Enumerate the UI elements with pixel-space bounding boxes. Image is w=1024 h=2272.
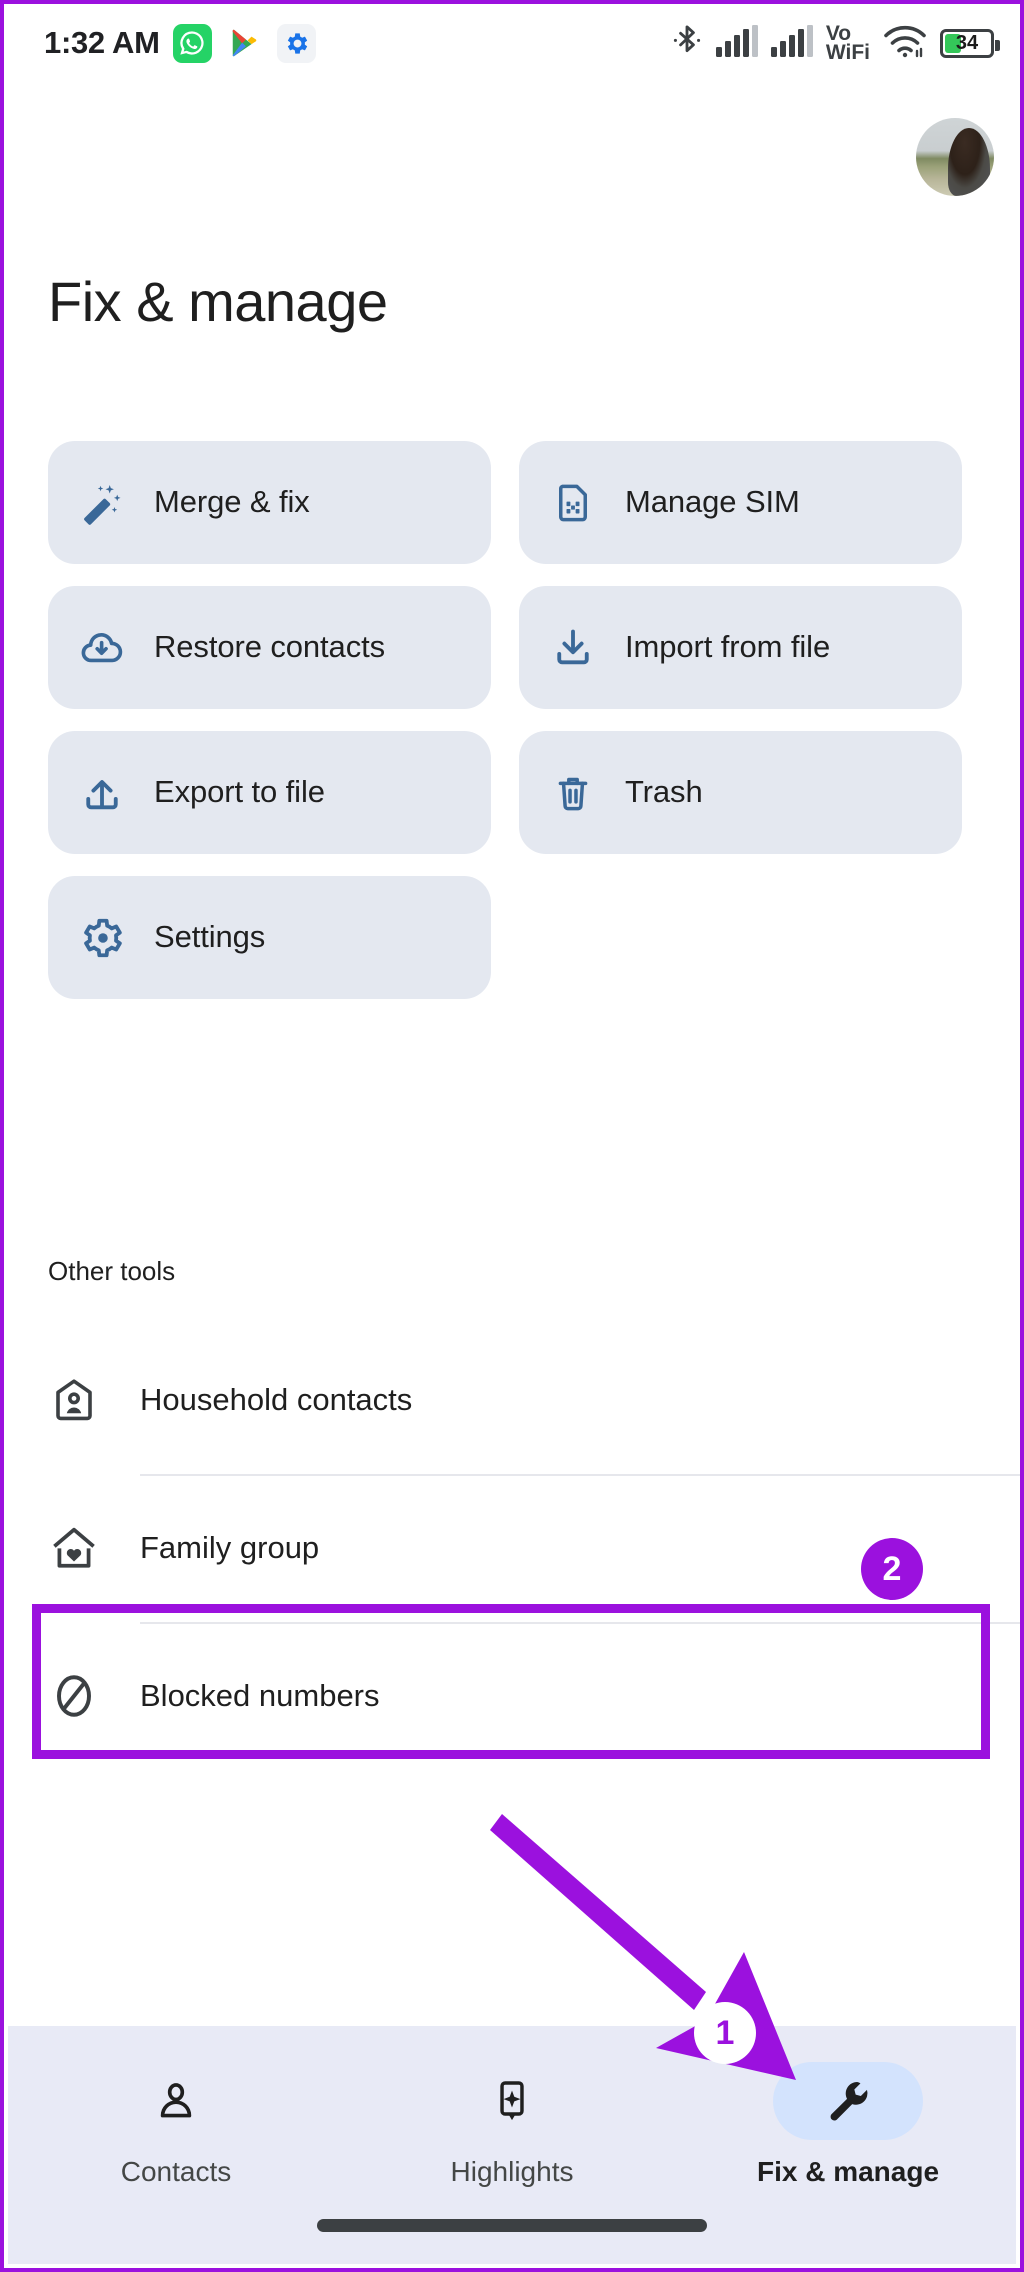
tile-label: Merge & fix — [154, 484, 310, 520]
tile-label: Trash — [625, 774, 703, 810]
sim-card-icon — [549, 479, 597, 527]
nav-tab-highlights[interactable]: Highlights — [344, 2062, 680, 2264]
block-icon — [48, 1670, 100, 1722]
upload-icon — [78, 769, 126, 817]
status-time: 1:32 AM — [44, 25, 160, 60]
phone-screen: 1:32 AM Vo WiFi 34 Fix & manage Merge & … — [0, 0, 1024, 2272]
list-item-household-contacts[interactable]: Household contacts — [4, 1326, 1020, 1474]
list-item-label: Household contacts — [140, 1382, 413, 1417]
nav-tab-fix-and-manage[interactable]: Fix & manage — [680, 2062, 1016, 2264]
vowifi-indicator: Vo WiFi — [825, 23, 870, 64]
status-bar-right: Vo WiFi 34 — [671, 23, 1000, 64]
tile-label: Restore contacts — [154, 629, 386, 665]
page-title: Fix & manage — [48, 270, 388, 333]
tile-label: Export to file — [154, 774, 325, 810]
list-item-blocked-numbers[interactable]: Blocked numbers — [4, 1622, 1020, 1770]
signal-sim2-icon — [770, 24, 813, 62]
wrench-icon — [773, 2062, 923, 2140]
tile-merge-and-fix[interactable]: Merge & fix — [48, 441, 491, 564]
fix-and-manage-tile-grid: Merge & fix Manage SIM Restore contacts … — [48, 441, 984, 999]
tile-label: Settings — [154, 919, 266, 955]
vowifi-line2: WiFi — [825, 41, 870, 64]
bluetooth-icon — [671, 23, 703, 64]
list-item-label: Blocked numbers — [140, 1678, 380, 1713]
whatsapp-icon — [172, 23, 212, 63]
tile-restore-contacts[interactable]: Restore contacts — [48, 586, 491, 709]
tile-settings[interactable]: Settings — [48, 876, 491, 999]
tile-import-from-file[interactable]: Import from file — [519, 586, 962, 709]
profile-avatar[interactable] — [916, 118, 994, 196]
battery-icon: 34 — [940, 28, 1000, 58]
system-gesture-bar[interactable] — [317, 2219, 707, 2232]
nav-tab-label: Contacts — [120, 2156, 232, 2187]
annotation-badge-2: 2 — [861, 1538, 923, 1600]
signal-sim1-icon — [715, 24, 758, 62]
download-icon — [549, 624, 597, 672]
tile-label: Manage SIM — [625, 484, 800, 520]
gear-icon — [78, 914, 126, 962]
tile-label: Import from file — [625, 629, 831, 665]
google-play-services-icon — [224, 23, 264, 63]
annotation-badge-1: 1 — [694, 2002, 756, 2064]
trash-icon — [549, 769, 597, 817]
other-tools-section-label: Other tools — [48, 1256, 176, 1286]
sparkle-phone-icon — [437, 2062, 587, 2140]
tile-export-to-file[interactable]: Export to file — [48, 731, 491, 854]
battery-percent-label: 34 — [955, 32, 979, 54]
house-person-icon — [48, 1374, 100, 1426]
nav-tab-label: Highlights — [450, 2156, 574, 2187]
house-heart-icon — [48, 1522, 100, 1574]
list-item-label: Family group — [140, 1530, 320, 1565]
settings-gear-icon — [276, 23, 316, 63]
cloud-download-icon — [78, 624, 126, 672]
status-bar-left: 1:32 AM — [44, 23, 316, 63]
nav-tab-contacts[interactable]: Contacts — [8, 2062, 344, 2264]
wifi-icon — [883, 24, 927, 63]
person-icon — [101, 2062, 251, 2140]
status-bar: 1:32 AM Vo WiFi 34 — [4, 4, 1020, 82]
tile-trash[interactable]: Trash — [519, 731, 962, 854]
avatar-person-silhouette — [948, 128, 990, 196]
nav-tab-label: Fix & manage — [756, 2156, 940, 2187]
tile-manage-sim[interactable]: Manage SIM — [519, 441, 962, 564]
magic-wand-icon — [78, 479, 126, 527]
